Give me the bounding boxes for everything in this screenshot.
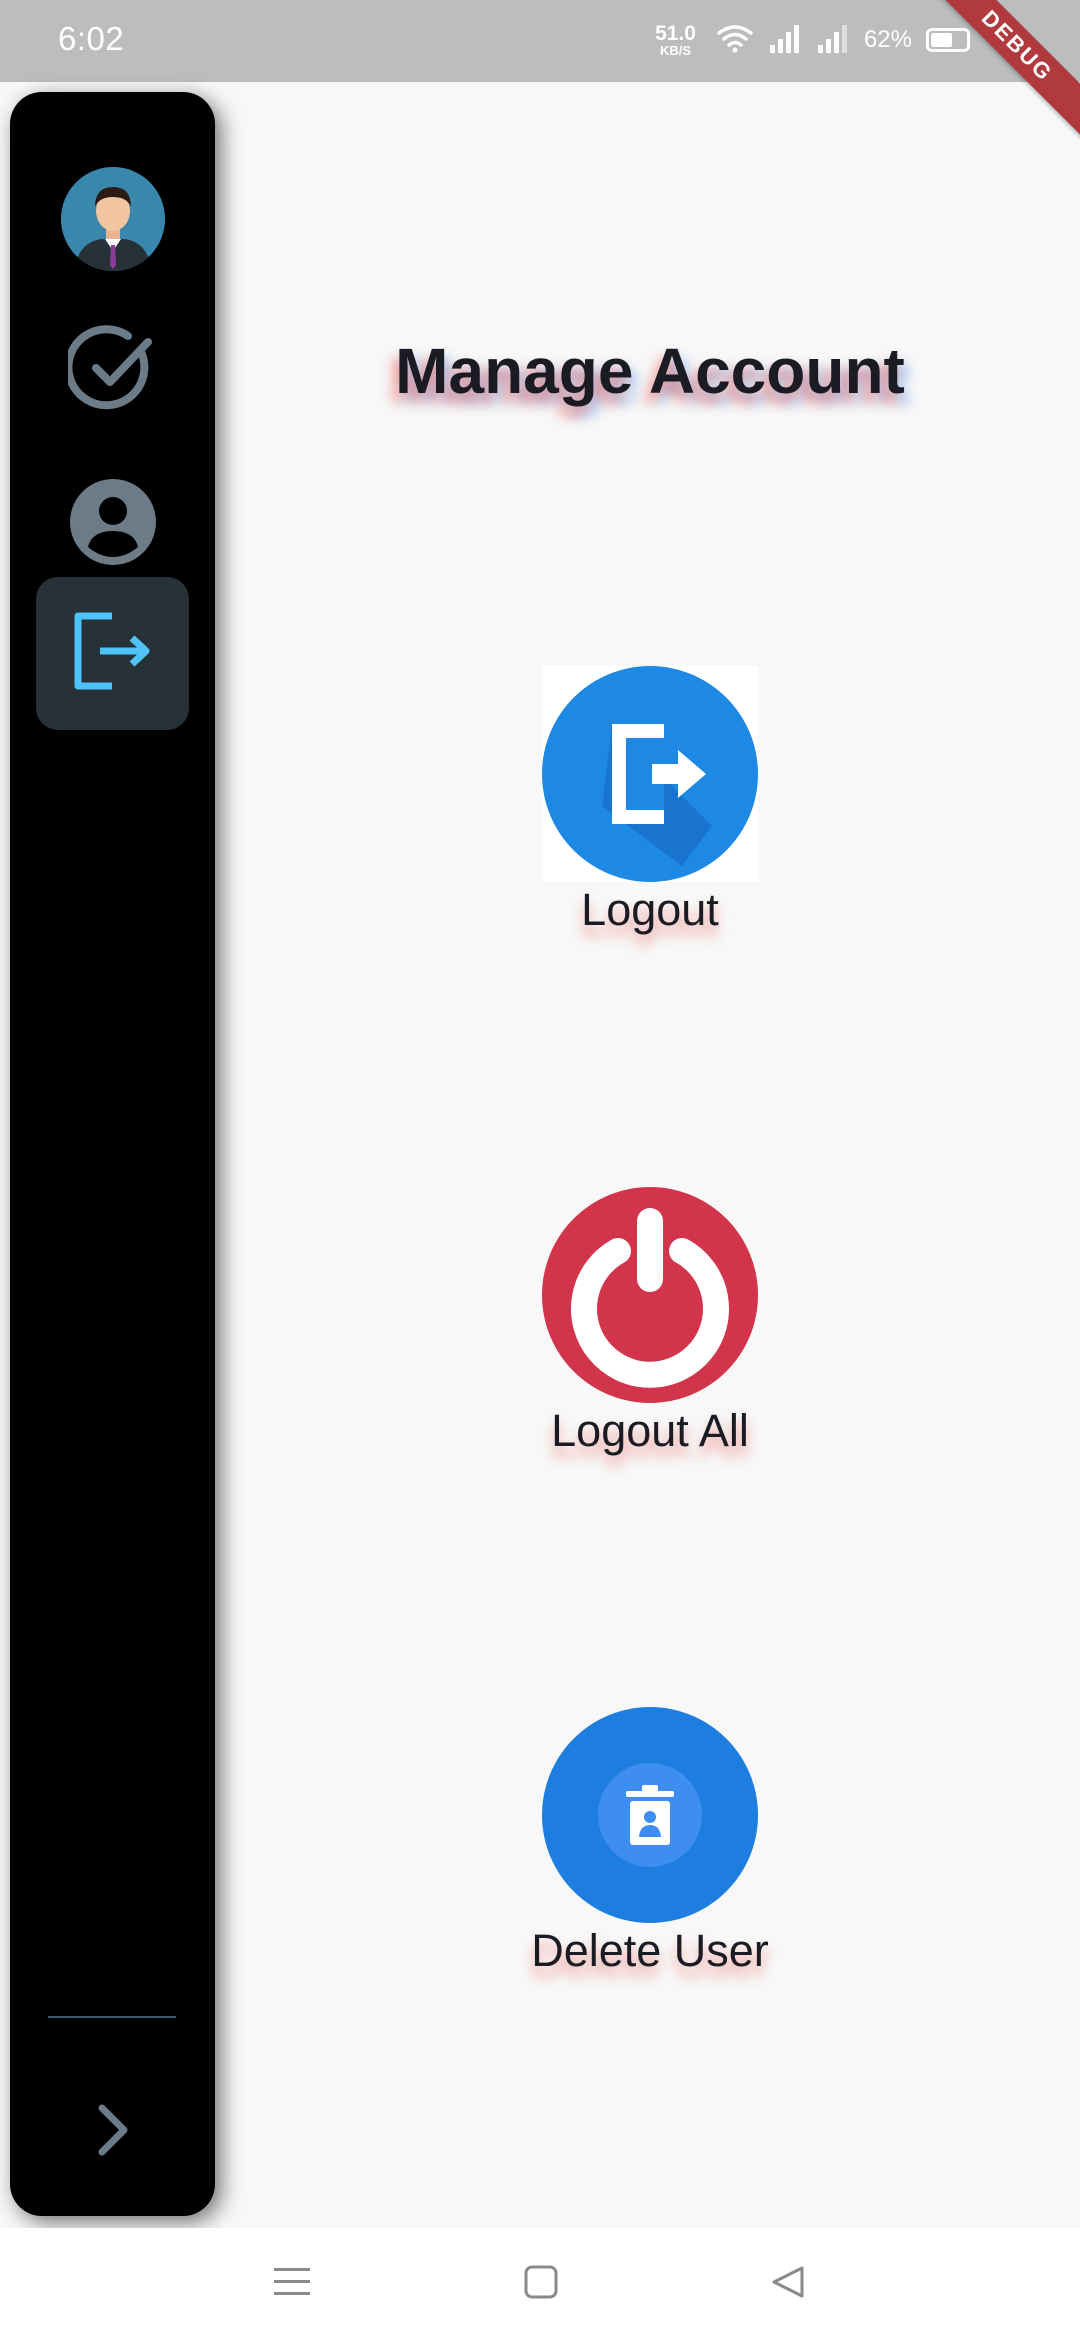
user-avatar-icon [60,166,165,271]
battery-percent: 62% [863,26,912,53]
network-speed-value: 51.0 [655,22,696,45]
power-icon [542,1187,758,1403]
logout-icon [542,666,758,882]
battery-icon [926,28,970,52]
signal-icon [768,23,802,58]
logout-icon [70,608,156,699]
logout-all-button[interactable]: Logout All [450,1187,850,1457]
status-bar: 6:02 51.0 KB/S 62% DEBUG [0,0,1080,141]
sidebar-item-logout[interactable] [36,577,189,730]
back-triangle-icon [768,2264,808,2305]
system-nav-bar [0,2228,1080,2340]
screen: 6:02 51.0 KB/S 62% DEBUG Manage Account … [0,0,1080,2340]
page-title: Manage Account [395,335,905,407]
delete-user-icon [542,1707,758,1923]
logout-all-label: Logout All [551,1405,749,1456]
signal-icon [816,23,850,58]
sidebar [10,92,215,2216]
network-speed: 51.0 KB/S [655,23,696,57]
logout-label: Logout [581,884,719,935]
sidebar-divider [48,2016,176,2018]
account-circle-icon [68,477,158,572]
check-circle-icon [63,324,158,419]
sidebar-expand-button[interactable] [36,2056,189,2209]
sidebar-item-tasks[interactable] [36,295,189,448]
chevron-right-icon [88,2100,138,2165]
network-speed-unit: KB/S [659,43,692,58]
nav-back-button[interactable] [760,2256,816,2312]
wifi-icon [716,23,754,58]
delete-user-button[interactable]: Delete User [450,1707,850,1977]
menu-icon [272,2264,312,2305]
home-square-icon [523,2264,559,2305]
nav-menu-button[interactable] [264,2256,320,2312]
logout-button[interactable]: Logout [450,666,850,936]
status-indicators: 51.0 KB/S 62% [655,18,970,62]
sidebar-item-avatar[interactable] [36,142,189,295]
status-time: 6:02 [58,20,125,57]
delete-user-label: Delete User [531,1925,769,1976]
nav-home-button[interactable] [513,2256,569,2312]
